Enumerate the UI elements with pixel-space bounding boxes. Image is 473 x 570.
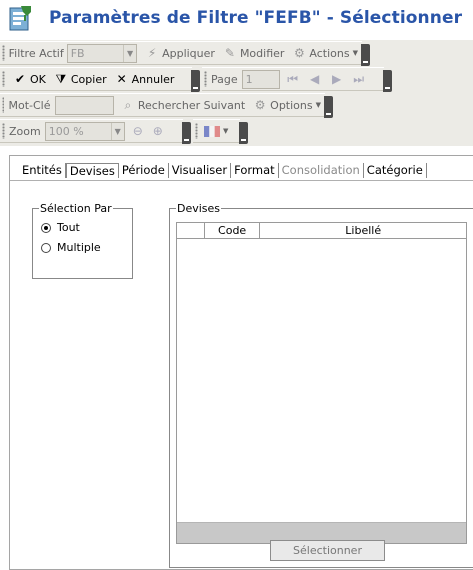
chevron-down-icon: ▼ xyxy=(123,44,136,62)
column-header-code[interactable]: Code xyxy=(205,223,261,238)
apply-label: Appliquer xyxy=(162,46,215,60)
toolbar-grip[interactable] xyxy=(2,97,5,113)
tab-categorie[interactable]: Catégorie xyxy=(364,163,427,178)
tab-consolidation: Consolidation xyxy=(279,163,364,178)
dropdown-arrow-icon: ▼ xyxy=(352,49,358,57)
tab-bar: Entités Devises Période Visualiser Forma… xyxy=(19,161,427,180)
selection-mode-legend: Sélection Par xyxy=(39,202,113,215)
tab-devises[interactable]: Devises xyxy=(65,163,119,178)
actions-button[interactable]: ⚙ Actions ▼ xyxy=(288,43,362,63)
french-flag-icon xyxy=(204,125,220,137)
grid-header: Code Libellé xyxy=(177,223,466,239)
binoculars-icon: ⌕ xyxy=(124,97,132,112)
zoom-out-icon[interactable]: ⊖ xyxy=(131,124,145,138)
radio-label-all: Tout xyxy=(57,221,80,234)
next-page-icon[interactable]: ▶ xyxy=(330,72,344,86)
ok-button[interactable]: ✔ OK xyxy=(9,69,50,89)
zoom-value: 100 % xyxy=(48,124,84,138)
gear-icon: ⚙ xyxy=(254,98,266,112)
language-toolbar: ▼ xyxy=(193,119,248,144)
page-input[interactable]: 1 xyxy=(241,69,280,89)
options-button[interactable]: ⚙ Options ▼ xyxy=(249,95,325,115)
filter-panel: Entités Devises Période Visualiser Forma… xyxy=(9,155,473,570)
ok-label: OK xyxy=(30,72,46,86)
zoom-select[interactable]: 100 % ▼ xyxy=(44,121,125,141)
search-next-button[interactable]: ⌕ Rechercher Suivant xyxy=(117,95,249,115)
zoom-label: Zoom xyxy=(9,124,41,138)
page-title: Paramètres de Filtre "FEFB" - Sélectionn… xyxy=(49,8,463,28)
active-filter-value: FB xyxy=(70,46,85,60)
toolbar-overflow-button[interactable] xyxy=(191,70,200,92)
toolbar-grip[interactable] xyxy=(2,45,5,61)
previous-page-icon[interactable]: ◀ xyxy=(308,72,322,86)
toolbar-overflow-button[interactable] xyxy=(239,122,248,144)
toolbar-grip[interactable] xyxy=(2,71,5,87)
apply-filter-icon: ⚡ xyxy=(147,46,157,60)
search-toolbar: Mot-Clé ⌕ Rechercher Suivant ⚙ Options ▼ xyxy=(0,93,333,118)
tab-format[interactable]: Format xyxy=(231,163,279,178)
copy-button[interactable]: ⧩ Copier xyxy=(50,69,111,89)
tab-periode[interactable]: Période xyxy=(119,163,169,178)
radio-option-multiple[interactable]: Multiple xyxy=(41,241,101,254)
toolbar-grip[interactable] xyxy=(2,123,5,139)
tab-divider xyxy=(10,180,473,181)
actions-label: Actions xyxy=(309,46,350,60)
title-bar: Paramètres de Filtre "FEFB" - Sélectionn… xyxy=(0,0,473,40)
column-header-label[interactable]: Libellé xyxy=(260,223,466,238)
select-button[interactable]: Sélectionner xyxy=(270,540,385,561)
first-page-icon[interactable]: ⏮ xyxy=(286,72,300,87)
dropdown-arrow-icon: ▼ xyxy=(315,101,321,109)
close-icon: ✕ xyxy=(116,72,127,86)
dialog-toolbar: ✔ OK ⧩ Copier ✕ Annuler xyxy=(0,67,200,92)
keyword-label: Mot-Clé xyxy=(8,98,51,112)
toolbar-overflow-button[interactable] xyxy=(324,96,333,118)
radio-button-checked[interactable] xyxy=(41,222,51,233)
paging-toolbar: Page 1 ⏮ ◀ ▶ ⏭ xyxy=(202,67,392,92)
tab-entites[interactable]: Entités xyxy=(19,163,66,178)
dropdown-arrow-icon: ▼ xyxy=(223,127,229,135)
copy-filter-icon: ⧩ xyxy=(55,71,67,86)
zoom-toolbar: Zoom 100 % ▼ ⊖ ⊕ xyxy=(0,119,191,144)
filter-toolbar: Filtre Actif FB ▼ ⚡ Appliquer ✎ Modifier… xyxy=(0,41,370,66)
radio-button-unchecked[interactable] xyxy=(41,242,51,253)
copy-label: Copier xyxy=(70,72,107,86)
toolbar-area: Filtre Actif FB ▼ ⚡ Appliquer ✎ Modifier… xyxy=(0,40,473,146)
modify-button[interactable]: ✎ Modifier xyxy=(219,43,288,63)
toolbar-grip[interactable] xyxy=(204,71,207,87)
cancel-button[interactable]: ✕ Annuler xyxy=(111,69,179,89)
chevron-down-icon: ▼ xyxy=(110,122,124,140)
last-page-icon[interactable]: ⏭ xyxy=(352,72,366,87)
active-filter-select[interactable]: FB ▼ xyxy=(66,43,138,63)
toolbar-grip[interactable] xyxy=(195,123,198,139)
edit-filter-icon: ✎ xyxy=(224,46,235,60)
modify-label: Modifier xyxy=(239,46,285,60)
search-next-label: Rechercher Suivant xyxy=(137,98,246,112)
cancel-label: Annuler xyxy=(131,72,175,86)
apply-button[interactable]: ⚡ Appliquer xyxy=(141,43,219,63)
currencies-grid: Code Libellé Sélectionner xyxy=(176,222,467,561)
currencies-legend: Devises xyxy=(176,202,222,215)
radio-option-all[interactable]: Tout xyxy=(41,221,80,234)
currencies-group: Devises Code Libellé Sélectionner xyxy=(169,202,473,568)
gear-icon: ⚙ xyxy=(294,46,305,60)
tab-visualiser[interactable]: Visualiser xyxy=(169,163,232,178)
toolbar-overflow-button[interactable] xyxy=(182,122,191,144)
row-selector-header xyxy=(177,223,205,238)
toolbar-overflow-button[interactable] xyxy=(361,44,370,66)
language-select[interactable]: ▼ xyxy=(202,121,230,141)
page-value: 1 xyxy=(245,72,253,86)
active-filter-label: Filtre Actif xyxy=(8,46,64,60)
radio-label-multiple: Multiple xyxy=(57,241,101,254)
filter-settings-icon xyxy=(9,6,31,31)
check-icon: ✔ xyxy=(14,72,26,86)
zoom-in-icon[interactable]: ⊕ xyxy=(151,124,165,138)
toolbar-overflow-button[interactable] xyxy=(383,70,392,92)
options-label: Options xyxy=(270,98,313,112)
keyword-input[interactable] xyxy=(54,95,114,115)
selection-mode-group: Sélection Par Tout Multiple xyxy=(32,202,133,279)
page-label: Page xyxy=(211,72,238,86)
